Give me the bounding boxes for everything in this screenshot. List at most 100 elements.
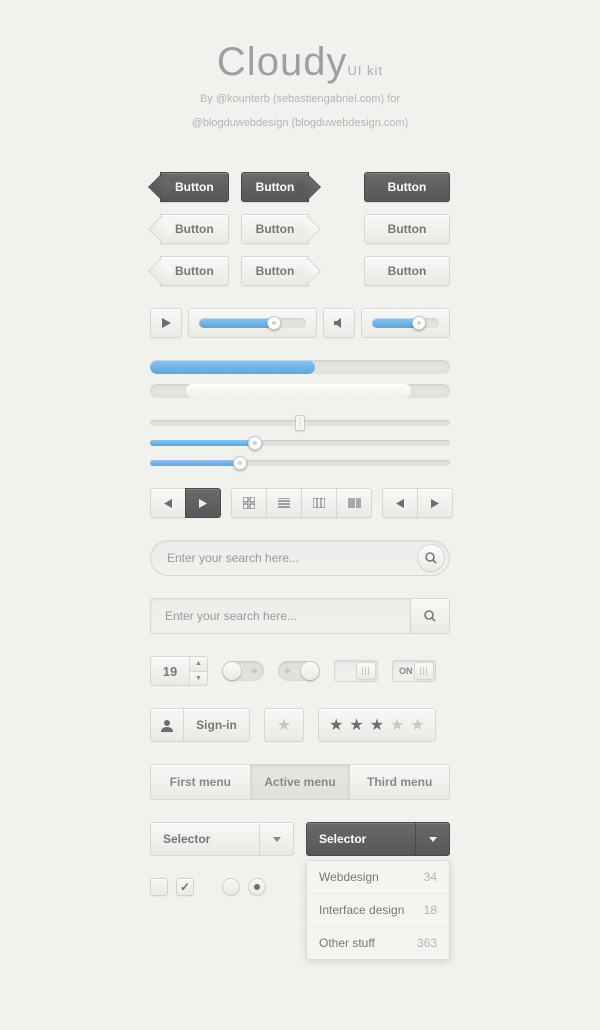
kit-title: CloudyUI kit: [150, 40, 450, 85]
button-forward[interactable]: Button: [241, 256, 310, 286]
button-label: Button: [175, 180, 214, 194]
search-placeholder: Enter your search here...: [167, 551, 299, 565]
slider-center[interactable]: [150, 420, 450, 426]
star-icon[interactable]: ★: [277, 715, 291, 735]
button-back[interactable]: Button: [160, 256, 229, 286]
selector-label: Selector: [319, 832, 366, 846]
view-group: [231, 488, 372, 518]
header: CloudyUI kit By @kounterb (sebastiengabr…: [150, 40, 450, 132]
button-forward-dark[interactable]: Button: [241, 172, 310, 202]
list-icon: [278, 498, 290, 508]
column-view-button[interactable]: [301, 488, 337, 518]
toggle-pill-on[interactable]: [278, 661, 320, 681]
user-icon: [161, 719, 173, 732]
toggle-pill-off[interactable]: [222, 661, 264, 681]
prev-button[interactable]: [150, 488, 186, 518]
radio-unchecked[interactable]: [222, 878, 240, 896]
stepper-value: 19: [150, 656, 190, 686]
triangle-left-icon: [164, 499, 172, 508]
selector-light[interactable]: Selector: [150, 822, 294, 856]
play-button[interactable]: [150, 308, 182, 338]
triangle-left-icon: [396, 499, 404, 508]
search-rect: Enter your search here...: [150, 598, 450, 634]
nav-group-2: [382, 488, 453, 518]
list-view-button[interactable]: [266, 488, 302, 518]
button-label: Button: [388, 180, 427, 194]
star-1[interactable]: ★: [329, 715, 343, 735]
button-label: Button: [256, 180, 295, 194]
radio-checked[interactable]: [248, 878, 266, 896]
seek-track[interactable]: [188, 308, 317, 338]
dropdown-label: Other stuff: [319, 936, 375, 950]
search-pill[interactable]: Enter your search here...: [150, 540, 450, 576]
button-dark[interactable]: Button: [364, 172, 450, 202]
number-stepper: 19 ▲ ▼: [150, 656, 208, 686]
tab-third[interactable]: Third menu: [350, 764, 450, 800]
rating-multi: ★ ★ ★ ★ ★: [318, 708, 436, 742]
rating-single: ★: [264, 708, 304, 742]
progress-blue: [150, 360, 450, 374]
title-subtitle: UI kit: [347, 63, 383, 78]
stepper-down[interactable]: ▼: [190, 672, 207, 686]
search-button[interactable]: [410, 598, 450, 634]
search-icon: [425, 552, 437, 564]
play-icon: [162, 318, 171, 328]
volume-icon: [334, 318, 345, 328]
columns-icon: [313, 498, 325, 508]
star-4[interactable]: ★: [390, 715, 404, 735]
stepper-up[interactable]: ▲: [190, 657, 207, 672]
progress-white: [150, 384, 450, 398]
button-back-dark[interactable]: Button: [160, 172, 229, 202]
button[interactable]: Button: [364, 256, 450, 286]
nav-group: [150, 488, 221, 518]
button-label: Button: [175, 222, 214, 236]
star-2[interactable]: ★: [349, 715, 363, 735]
tab-menu: First menu Active menu Third menu: [150, 764, 450, 800]
grid-view-button[interactable]: [231, 488, 267, 518]
checkbox-unchecked[interactable]: [150, 878, 168, 896]
next-button-active[interactable]: [185, 488, 221, 518]
search-button[interactable]: [417, 544, 445, 572]
barcode-view-button[interactable]: [336, 488, 372, 518]
slider-blue-2[interactable]: [150, 460, 450, 466]
search-input[interactable]: Enter your search here...: [150, 598, 410, 634]
volume-track[interactable]: [361, 308, 450, 338]
triangle-right-icon: [199, 499, 207, 508]
barcode-icon: [348, 498, 361, 508]
button-label: Button: [388, 264, 427, 278]
selector-dark[interactable]: Selector: [306, 822, 450, 856]
button-label: Button: [256, 264, 295, 278]
button-forward[interactable]: Button: [241, 214, 310, 244]
button[interactable]: Button: [364, 214, 450, 244]
button-back[interactable]: Button: [160, 214, 229, 244]
toggle-label: ON: [393, 666, 413, 676]
toggle-rect-off[interactable]: [334, 660, 378, 682]
volume-button[interactable]: [323, 308, 355, 338]
tab-first[interactable]: First menu: [150, 764, 251, 800]
search-icon: [424, 610, 436, 622]
button-label: Button: [256, 222, 295, 236]
tab-active[interactable]: Active menu: [251, 764, 351, 800]
tab-label: Third menu: [367, 775, 432, 789]
dropdown-item[interactable]: Interface design 18: [307, 893, 449, 926]
star-5[interactable]: ★: [410, 715, 424, 735]
star-3[interactable]: ★: [370, 715, 384, 735]
chevron-down-icon: [429, 837, 437, 842]
signin-button[interactable]: Sign-in: [150, 708, 250, 742]
grid-icon: [243, 497, 255, 509]
title-text: Cloudy: [217, 40, 348, 84]
prev-button[interactable]: [382, 488, 418, 518]
dropdown-count: 34: [424, 870, 437, 884]
dropdown-label: Webdesign: [319, 870, 379, 884]
byline-2: @blogduwebdesign (blogduwebdesign.com): [150, 115, 450, 133]
dropdown-item[interactable]: Other stuff 363: [307, 926, 449, 959]
checkbox-checked[interactable]: [176, 878, 194, 896]
dropdown-item[interactable]: Webdesign 34: [307, 861, 449, 893]
dropdown-label: Interface design: [319, 903, 404, 917]
tab-label: First menu: [170, 775, 231, 789]
chevron-down-icon: [273, 837, 281, 842]
toggle-rect-on[interactable]: ON: [392, 660, 436, 682]
tab-label: Active menu: [264, 775, 335, 789]
next-button[interactable]: [417, 488, 453, 518]
slider-blue-1[interactable]: [150, 440, 450, 446]
